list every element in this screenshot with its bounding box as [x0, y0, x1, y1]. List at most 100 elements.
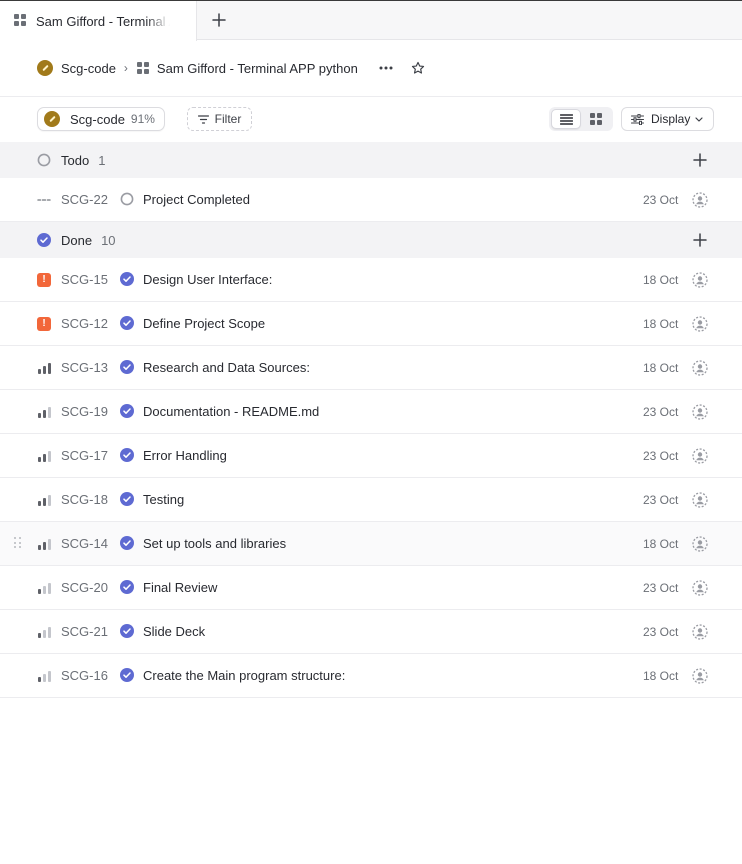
- todo-circle-icon: [37, 153, 51, 167]
- issue-id: SCG-17: [61, 448, 108, 463]
- issue-date: 18 Oct: [643, 317, 679, 331]
- done-check-icon[interactable]: [120, 316, 134, 330]
- assignee-avatar-icon[interactable]: [692, 668, 708, 684]
- favorite-star-icon[interactable]: [408, 58, 428, 78]
- breadcrumb-team-label: Scg-code: [61, 60, 116, 76]
- breadcrumb-chevron-icon: ›: [123, 61, 128, 75]
- assignee-avatar-icon[interactable]: [692, 624, 708, 640]
- view-toolbar: Scg-code 91% Filter Display: [0, 97, 742, 142]
- issue-date: 23 Oct: [643, 581, 679, 595]
- priority-urgent-icon: !: [37, 273, 51, 287]
- sliders-icon: [631, 113, 644, 125]
- issue-title: Project Completed: [143, 192, 250, 207]
- done-check-icon[interactable]: [120, 448, 134, 462]
- issue-id: SCG-21: [61, 624, 108, 639]
- issue-row[interactable]: ! SCG-15 Design User Interface: 18 Oct: [0, 258, 742, 302]
- drag-handle-icon[interactable]: [14, 537, 22, 549]
- group-header-done[interactable]: Done 10: [0, 222, 742, 258]
- assignee-avatar-icon[interactable]: [692, 272, 708, 288]
- assignee-avatar-icon[interactable]: [692, 580, 708, 596]
- team-icon: [37, 60, 53, 76]
- assignee-avatar-icon[interactable]: [692, 536, 708, 552]
- assignee-avatar-icon[interactable]: [692, 360, 708, 376]
- more-options-icon[interactable]: [376, 58, 396, 78]
- list-view-icon[interactable]: [551, 109, 581, 129]
- issue-row[interactable]: SCG-14 Set up tools and libraries 18 Oct: [0, 522, 742, 566]
- team-progress-chip[interactable]: Scg-code 91%: [37, 107, 165, 131]
- board-view-icon[interactable]: [581, 109, 611, 129]
- done-check-icon[interactable]: [120, 492, 134, 506]
- done-check-icon[interactable]: [120, 272, 134, 286]
- priority-button[interactable]: [36, 624, 52, 640]
- display-label: Display: [651, 112, 691, 126]
- issue-date: 23 Oct: [643, 405, 679, 419]
- done-check-icon[interactable]: [120, 580, 134, 594]
- priority-button[interactable]: [36, 192, 52, 208]
- priority-button[interactable]: [36, 580, 52, 596]
- chevron-down-icon: [695, 116, 703, 122]
- issue-row[interactable]: SCG-18 Testing 23 Oct: [0, 478, 742, 522]
- tab-project[interactable]: Sam Gifford - Terminal APP python: [0, 1, 197, 41]
- breadcrumb-team[interactable]: Scg-code: [37, 60, 116, 76]
- filter-label: Filter: [214, 112, 242, 126]
- priority-button[interactable]: [36, 536, 52, 552]
- assignee-avatar-icon[interactable]: [692, 316, 708, 332]
- issue-list: Todo 1 SCG-22 Project Completed 23 Oct Done 10…: [0, 142, 742, 698]
- priority-urgent-icon: !: [37, 317, 51, 331]
- group-name: Done: [61, 232, 93, 248]
- team-icon: [44, 111, 60, 127]
- issue-row[interactable]: SCG-13 Research and Data Sources: 18 Oct: [0, 346, 742, 390]
- issue-row[interactable]: SCG-16 Create the Main program structure:…: [0, 654, 742, 698]
- priority-low-icon: [37, 626, 51, 638]
- issue-id: SCG-13: [61, 360, 108, 375]
- issue-id: SCG-22: [61, 192, 108, 207]
- priority-medium-icon: [37, 538, 51, 550]
- assignee-avatar-icon[interactable]: [692, 192, 708, 208]
- priority-medium-icon: [37, 494, 51, 506]
- priority-low-icon: [37, 670, 51, 682]
- group-count: 1: [98, 152, 106, 168]
- done-check-icon[interactable]: [120, 360, 134, 374]
- done-check-icon: [37, 233, 51, 247]
- assignee-avatar-icon[interactable]: [692, 404, 708, 420]
- priority-button[interactable]: !: [36, 316, 52, 332]
- team-chip-label: Scg-code: [70, 111, 125, 127]
- breadcrumb-project[interactable]: Sam Gifford - Terminal APP python: [136, 61, 358, 76]
- add-issue-plus-icon[interactable]: [690, 150, 710, 170]
- new-tab-plus-icon[interactable]: [209, 10, 229, 30]
- priority-button[interactable]: [36, 668, 52, 684]
- done-check-icon[interactable]: [120, 404, 134, 418]
- project-grid-icon: [136, 62, 149, 74]
- priority-button[interactable]: [36, 404, 52, 420]
- done-check-icon[interactable]: [120, 668, 134, 682]
- issue-date: 18 Oct: [643, 273, 679, 287]
- group-header-todo[interactable]: Todo 1: [0, 142, 742, 178]
- issue-row[interactable]: SCG-21 Slide Deck 23 Oct: [0, 610, 742, 654]
- priority-button[interactable]: [36, 360, 52, 376]
- filter-button[interactable]: Filter: [187, 107, 252, 131]
- done-check-icon[interactable]: [120, 624, 134, 638]
- issue-id: SCG-20: [61, 580, 108, 595]
- issue-date: 18 Oct: [643, 669, 679, 683]
- add-issue-plus-icon[interactable]: [690, 230, 710, 250]
- done-check-icon[interactable]: [120, 536, 134, 550]
- issue-row[interactable]: SCG-17 Error Handling 23 Oct: [0, 434, 742, 478]
- issue-id: SCG-14: [61, 536, 108, 551]
- issue-row[interactable]: SCG-20 Final Review 23 Oct: [0, 566, 742, 610]
- assignee-avatar-icon[interactable]: [692, 448, 708, 464]
- issue-row[interactable]: SCG-22 Project Completed 23 Oct: [0, 178, 742, 222]
- priority-low-icon: [37, 582, 51, 594]
- group-count: 10: [101, 232, 116, 248]
- display-button[interactable]: Display: [621, 107, 714, 131]
- priority-button[interactable]: !: [36, 272, 52, 288]
- project-grid-icon: [14, 13, 26, 29]
- group-name: Todo: [61, 152, 90, 168]
- priority-medium-icon: [37, 406, 51, 418]
- assignee-avatar-icon[interactable]: [692, 492, 708, 508]
- priority-button[interactable]: [36, 448, 52, 464]
- todo-circle-icon[interactable]: [120, 192, 134, 206]
- issue-row[interactable]: SCG-19 Documentation - README.md 23 Oct: [0, 390, 742, 434]
- issue-id: SCG-19: [61, 404, 108, 419]
- priority-button[interactable]: [36, 492, 52, 508]
- issue-row[interactable]: ! SCG-12 Define Project Scope 18 Oct: [0, 302, 742, 346]
